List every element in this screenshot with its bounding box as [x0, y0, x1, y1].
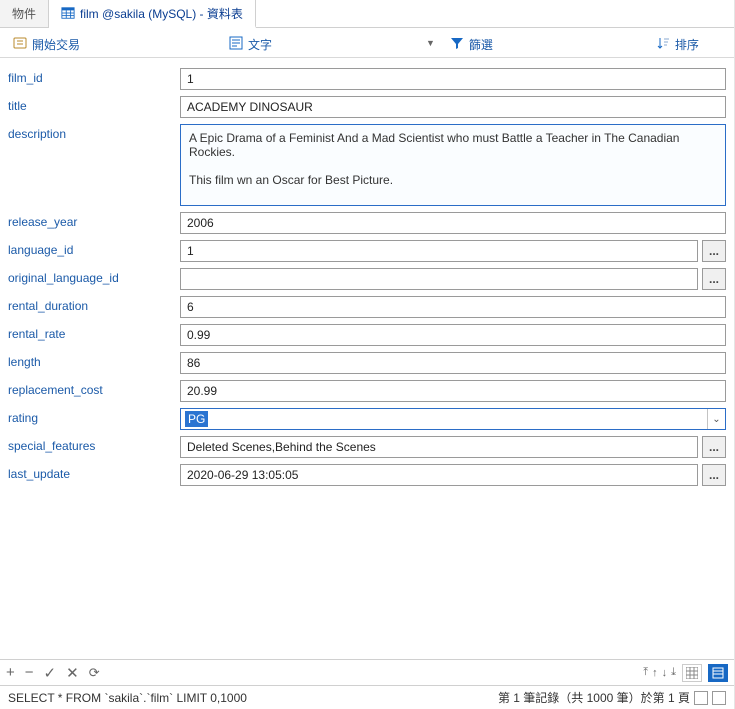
- label-description: description: [8, 124, 180, 141]
- status-bar: SELECT * FROM `sakila`.`film` LIMIT 0,10…: [0, 685, 734, 709]
- form-area: film_id title description release_year l…: [0, 58, 734, 659]
- table-icon: [61, 6, 75, 20]
- begin-transaction-button[interactable]: 開始交易: [8, 31, 208, 55]
- status-sql: SELECT * FROM `sakila`.`film` LIMIT 0,10…: [8, 691, 247, 705]
- select-rating-value: PG: [185, 411, 208, 427]
- input-rental-rate[interactable]: [180, 324, 726, 346]
- filter-icon: [449, 35, 465, 51]
- refresh-button[interactable]: ⟳: [89, 665, 100, 681]
- nav-next-button[interactable]: ↓: [662, 667, 668, 679]
- tab-film[interactable]: film @sakila (MySQL) - 資料表: [49, 0, 256, 28]
- input-film-id[interactable]: [180, 68, 726, 90]
- special-features-browse-button[interactable]: ...: [702, 436, 726, 458]
- tab-objects-label: 物件: [12, 5, 36, 22]
- toolbar: 開始交易 文字 ▼ 篩選 排序 匯入 匯出: [0, 28, 734, 58]
- chevron-down-icon: ⌄: [707, 409, 725, 429]
- form-view-button[interactable]: [708, 664, 728, 682]
- input-length[interactable]: [180, 352, 726, 374]
- nav-prev-button[interactable]: ↑: [652, 667, 658, 679]
- cancel-button[interactable]: ✕: [66, 664, 79, 682]
- status-record: 第 1 筆記錄（共 1000 筆）於第 1 頁: [498, 689, 690, 706]
- transaction-icon: [12, 35, 28, 51]
- status-box-2[interactable]: [712, 691, 726, 705]
- label-replacement-cost: replacement_cost: [8, 380, 180, 397]
- page-nav: ⤒ ↑ ↓ ⤓: [643, 666, 676, 679]
- row-rental-rate: rental_rate: [8, 324, 726, 346]
- text-icon: [228, 35, 244, 51]
- language-id-browse-button[interactable]: ...: [702, 240, 726, 262]
- text-label: 文字: [248, 33, 420, 53]
- row-title: title: [8, 96, 726, 118]
- label-length: length: [8, 352, 180, 369]
- label-rating: rating: [8, 408, 180, 425]
- delete-record-button[interactable]: −: [25, 664, 34, 681]
- row-replacement-cost: replacement_cost: [8, 380, 726, 402]
- text-button[interactable]: 文字 ▼: [224, 31, 439, 55]
- add-record-button[interactable]: +: [6, 664, 15, 681]
- label-language-id: language_id: [8, 240, 180, 257]
- bottom-bar: + − ✓ ✕ ⟳ ⤒ ↑ ↓ ⤓: [0, 659, 734, 685]
- begin-transaction-label: 開始交易: [32, 33, 204, 53]
- last-update-browse-button[interactable]: ...: [702, 464, 726, 486]
- row-rating: rating PG ⌄: [8, 408, 726, 430]
- row-last-update: last_update ...: [8, 464, 726, 486]
- input-language-id[interactable]: [180, 240, 698, 262]
- select-rating[interactable]: PG ⌄: [180, 408, 726, 430]
- label-last-update: last_update: [8, 464, 180, 481]
- label-film-id: film_id: [8, 68, 180, 85]
- filter-button[interactable]: 篩選: [445, 31, 645, 55]
- sort-icon: [655, 35, 671, 51]
- grid-icon: [686, 667, 698, 679]
- form-icon: [712, 667, 724, 679]
- input-replacement-cost[interactable]: [180, 380, 726, 402]
- input-special-features[interactable]: [180, 436, 698, 458]
- tab-film-label: film @sakila (MySQL) - 資料表: [80, 5, 243, 22]
- filter-label: 篩選: [469, 33, 641, 53]
- row-rental-duration: rental_duration: [8, 296, 726, 318]
- input-title[interactable]: [180, 96, 726, 118]
- label-rental-duration: rental_duration: [8, 296, 180, 313]
- sort-button[interactable]: 排序: [651, 31, 735, 55]
- record-controls: + − ✓ ✕ ⟳: [6, 664, 100, 682]
- tab-bar: 物件 film @sakila (MySQL) - 資料表: [0, 0, 734, 28]
- label-special-features: special_features: [8, 436, 180, 453]
- row-original-language-id: original_language_id ...: [8, 268, 726, 290]
- row-length: length: [8, 352, 726, 374]
- row-description: description: [8, 124, 726, 206]
- input-rental-duration[interactable]: [180, 296, 726, 318]
- nav-last-button[interactable]: ⤓: [671, 666, 676, 679]
- row-special-features: special_features ...: [8, 436, 726, 458]
- commit-button[interactable]: ✓: [44, 664, 57, 682]
- input-release-year[interactable]: [180, 212, 726, 234]
- input-original-language-id[interactable]: [180, 268, 698, 290]
- original-language-id-browse-button[interactable]: ...: [702, 268, 726, 290]
- label-title: title: [8, 96, 180, 113]
- row-language-id: language_id ...: [8, 240, 726, 262]
- textarea-description[interactable]: [180, 124, 726, 206]
- label-release-year: release_year: [8, 212, 180, 229]
- label-rental-rate: rental_rate: [8, 324, 180, 341]
- view-and-nav: ⤒ ↑ ↓ ⤓: [643, 664, 728, 682]
- row-release-year: release_year: [8, 212, 726, 234]
- chevron-down-icon: ▼: [426, 38, 435, 48]
- grid-view-button[interactable]: [682, 664, 702, 682]
- row-film-id: film_id: [8, 68, 726, 90]
- sort-label: 排序: [675, 33, 735, 53]
- label-original-language-id: original_language_id: [8, 268, 180, 285]
- input-last-update[interactable]: [180, 464, 698, 486]
- tab-objects[interactable]: 物件: [0, 0, 49, 27]
- status-box-1[interactable]: [694, 691, 708, 705]
- nav-first-button[interactable]: ⤒: [643, 666, 648, 679]
